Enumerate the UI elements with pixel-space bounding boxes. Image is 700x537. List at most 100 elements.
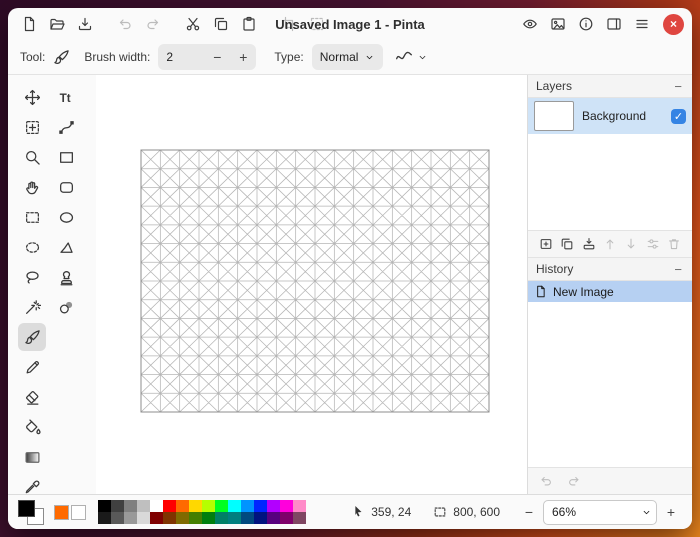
line-style-dropdown[interactable] xyxy=(391,48,432,66)
palette-swatch[interactable] xyxy=(267,512,280,524)
palette-swatch[interactable] xyxy=(98,512,111,524)
palette-swatch[interactable] xyxy=(267,500,280,512)
eye-button[interactable] xyxy=(517,11,543,37)
palette-swatch[interactable] xyxy=(293,500,306,512)
tool-paint-bucket[interactable] xyxy=(18,413,46,441)
palette-swatch[interactable] xyxy=(176,500,189,512)
tool-move-selected[interactable] xyxy=(18,83,46,111)
duplicate-layer-button[interactable] xyxy=(557,234,577,254)
tool-clone-stamp[interactable] xyxy=(52,263,80,291)
layers-collapse-button[interactable]: − xyxy=(672,80,684,93)
blend-mode-value: Normal xyxy=(320,50,359,64)
history-redo-button[interactable] xyxy=(564,471,584,491)
merge-layer-down-button[interactable] xyxy=(579,234,599,254)
palette-swatch[interactable] xyxy=(98,500,111,512)
toolbox-column-1 xyxy=(18,83,46,501)
zoom-level-dropdown[interactable]: 66% xyxy=(543,500,657,525)
raise-layer-button[interactable] xyxy=(600,234,620,254)
canvas-viewport[interactable] xyxy=(96,75,527,494)
palette-swatch[interactable] xyxy=(189,512,202,524)
palette-swatch[interactable] xyxy=(228,512,241,524)
delete-layer-button[interactable] xyxy=(664,234,684,254)
palette-swatch[interactable] xyxy=(254,512,267,524)
palette-swatch[interactable] xyxy=(189,500,202,512)
palette-swatch[interactable] xyxy=(137,512,150,524)
layer-visibility-checkbox[interactable]: ✓ xyxy=(671,109,686,124)
history-item[interactable]: New Image xyxy=(528,281,692,302)
tool-rounded-rectangle[interactable] xyxy=(52,173,80,201)
zoom-icon xyxy=(24,149,41,166)
info-button[interactable] xyxy=(573,11,599,37)
brush-width-increase-button[interactable]: + xyxy=(230,44,256,70)
image-button[interactable] xyxy=(545,11,571,37)
palette-swatch[interactable] xyxy=(254,500,267,512)
palette-swatch[interactable] xyxy=(111,512,124,524)
history-undo-button[interactable] xyxy=(536,471,556,491)
tool-ellipse-select[interactable] xyxy=(18,233,46,261)
palette-swatch[interactable] xyxy=(215,512,228,524)
lower-layer-button[interactable] xyxy=(621,234,641,254)
brush-width-decrease-button[interactable]: − xyxy=(204,44,230,70)
color-palette xyxy=(98,500,306,524)
palette-swatch[interactable] xyxy=(111,500,124,512)
palette-swatch[interactable] xyxy=(280,500,293,512)
tool-magic-wand[interactable] xyxy=(18,293,46,321)
save-button[interactable] xyxy=(72,11,98,37)
close-button[interactable]: × xyxy=(663,14,684,35)
open-image-button[interactable] xyxy=(44,11,70,37)
panel-right-button[interactable] xyxy=(601,11,627,37)
tool-eraser[interactable] xyxy=(18,383,46,411)
tool-move-selection[interactable] xyxy=(18,113,46,141)
palette-swatch[interactable] xyxy=(163,512,176,524)
foreground-background-color-selector[interactable] xyxy=(18,499,46,526)
menu-button[interactable] xyxy=(629,11,655,37)
foreground-color-swatch[interactable] xyxy=(18,500,35,517)
blend-mode-dropdown[interactable]: Normal xyxy=(312,44,384,70)
copy-button[interactable] xyxy=(208,11,234,37)
tool-freeform-shape[interactable] xyxy=(52,233,80,261)
line-curve-icon xyxy=(58,119,75,136)
zoom-in-button[interactable]: + xyxy=(662,504,680,520)
paste-button[interactable] xyxy=(236,11,262,37)
history-collapse-button[interactable]: − xyxy=(672,263,684,276)
tool-paintbrush[interactable] xyxy=(18,323,46,351)
brush-width-input[interactable]: 2 xyxy=(158,50,204,64)
tool-rectangle[interactable] xyxy=(52,143,80,171)
tool-lasso-select[interactable] xyxy=(18,263,46,291)
tool-ellipse[interactable] xyxy=(52,203,80,231)
tool-gradient[interactable] xyxy=(18,443,46,471)
palette-swatch[interactable] xyxy=(150,512,163,524)
layer-item[interactable]: Background✓ xyxy=(528,98,692,134)
layer-properties-button[interactable] xyxy=(643,234,663,254)
add-layer-button[interactable] xyxy=(536,234,556,254)
palette-swatch[interactable] xyxy=(215,500,228,512)
palette-swatch[interactable] xyxy=(280,512,293,524)
tool-rectangle-select[interactable] xyxy=(18,203,46,231)
palette-swatch[interactable] xyxy=(124,500,137,512)
recent-color-swatch[interactable] xyxy=(71,505,86,520)
tool-pencil[interactable] xyxy=(18,353,46,381)
palette-swatch[interactable] xyxy=(124,512,137,524)
redo-button[interactable] xyxy=(140,11,166,37)
new-image-button[interactable] xyxy=(16,11,42,37)
palette-swatch[interactable] xyxy=(137,500,150,512)
palette-swatch[interactable] xyxy=(241,512,254,524)
zoom-out-button[interactable]: − xyxy=(520,504,538,520)
palette-swatch[interactable] xyxy=(163,500,176,512)
tool-zoom[interactable] xyxy=(18,143,46,171)
palette-swatch[interactable] xyxy=(176,512,189,524)
tool-pan[interactable] xyxy=(18,173,46,201)
paint-bucket-icon xyxy=(24,419,41,436)
palette-swatch[interactable] xyxy=(228,500,241,512)
cut-button[interactable] xyxy=(180,11,206,37)
palette-swatch[interactable] xyxy=(202,500,215,512)
undo-button[interactable] xyxy=(112,11,138,37)
tool-text[interactable]: Tt xyxy=(52,83,80,111)
recent-color-swatch[interactable] xyxy=(54,505,69,520)
palette-swatch[interactable] xyxy=(202,512,215,524)
palette-swatch[interactable] xyxy=(241,500,254,512)
tool-line-curve[interactable] xyxy=(52,113,80,141)
palette-swatch[interactable] xyxy=(293,512,306,524)
palette-swatch[interactable] xyxy=(150,500,163,512)
tool-recolor[interactable] xyxy=(52,293,80,321)
